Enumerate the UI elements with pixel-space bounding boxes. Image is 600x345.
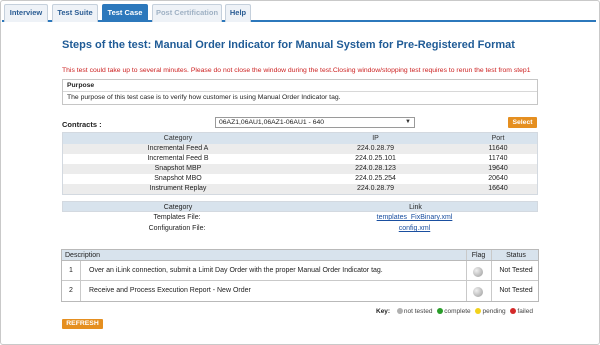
warning-message: This test could take up to several minut… — [62, 67, 531, 74]
file-category: Templates File: — [153, 214, 201, 221]
step-number: 2 — [62, 281, 81, 301]
complete-dot-icon — [437, 308, 444, 314]
step-status: Not Tested — [499, 287, 533, 294]
step-number: 1 — [62, 261, 81, 280]
steps-header-flag: Flag — [471, 252, 486, 259]
feed-ip: 224.0.25.101 — [355, 155, 396, 162]
feeds-table: Category IP Port Incremental Feed A 224.… — [62, 132, 538, 195]
feed-ip: 224.0.28.79 — [357, 145, 394, 152]
table-row: Incremental Feed B 224.0.25.101 11740 — [63, 154, 537, 164]
key-failed: failed — [517, 308, 533, 315]
feed-port: 20640 — [488, 175, 508, 182]
feeds-header-category: Category — [163, 135, 193, 142]
purpose-text: The purpose of this test case is to veri… — [67, 94, 341, 101]
key-not-tested: not tested — [403, 308, 433, 315]
table-row: 1 Over an iLink connection, submit a Lim… — [62, 261, 538, 281]
table-row: Templates File: templates_FixBinary.xml — [62, 212, 538, 223]
table-row: Instrument Replay 224.0.28.79 16640 — [63, 184, 537, 194]
top-tab-bar: Interview Test Suite Test Case Post Cert… — [2, 4, 596, 22]
purpose-box: Purpose The purpose of this test case is… — [62, 79, 538, 105]
select-button[interactable]: Select — [508, 117, 537, 128]
contracts-selected-value: 06AZ1,06AU1,06AZ1-06AU1 - 640 — [219, 119, 325, 126]
tab-test-case[interactable]: Test Case — [102, 4, 148, 22]
feed-category: Snapshot MBP — [154, 165, 202, 172]
table-row: Configuration File: config.xml — [62, 223, 538, 234]
table-row: 2 Receive and Process Execution Report -… — [62, 281, 538, 301]
table-row: Snapshot MBO 224.0.25.254 20640 — [63, 174, 537, 184]
config-file-link[interactable]: config.xml — [399, 225, 431, 232]
purpose-header: Purpose — [63, 80, 537, 92]
key-complete: complete — [444, 308, 471, 315]
feed-category: Incremental Feed B — [147, 155, 209, 162]
feed-port: 19640 — [488, 165, 508, 172]
feed-port: 16640 — [488, 185, 508, 192]
status-flag-icon — [473, 287, 483, 297]
failed-dot-icon — [510, 308, 517, 314]
status-key-legend: Key: not tested complete pending failed — [376, 308, 533, 315]
feed-ip: 224.0.28.79 — [357, 185, 394, 192]
feed-port: 11640 — [488, 145, 508, 152]
files-table: Category Link Templates File: templates_… — [62, 201, 538, 234]
key-pending: pending — [482, 308, 506, 315]
step-description: Receive and Process Execution Report - N… — [89, 287, 251, 294]
tab-help[interactable]: Help — [225, 4, 251, 22]
refresh-button[interactable]: REFRESH — [62, 319, 103, 329]
feed-ip: 224.0.25.254 — [355, 175, 396, 182]
step-description: Over an iLink connection, submit a Limit… — [89, 267, 383, 274]
pending-dot-icon — [475, 308, 482, 314]
chevron-down-icon: ▼ — [405, 119, 411, 125]
tab-interview[interactable]: Interview — [4, 4, 48, 22]
files-header-row: Category Link — [62, 201, 538, 212]
steps-table: Description Flag Status 1 Over an iLink … — [61, 249, 539, 302]
contracts-dropdown[interactable]: 06AZ1,06AU1,06AZ1-06AU1 - 640 ▼ — [215, 117, 415, 128]
table-row: Snapshot MBP 224.0.28.123 19640 — [63, 164, 537, 174]
feed-port: 11740 — [488, 155, 508, 162]
table-row: Incremental Feed A 224.0.28.79 11640 — [63, 144, 537, 154]
feed-category: Instrument Replay — [149, 185, 207, 192]
key-label: Key: — [376, 308, 391, 315]
steps-header-row: Description Flag Status — [62, 250, 538, 261]
page-title: Steps of the test: Manual Order Indicato… — [62, 39, 515, 51]
feeds-header-ip: IP — [372, 135, 379, 142]
not-tested-dot-icon — [396, 308, 403, 314]
status-flag-icon — [473, 267, 483, 277]
contracts-label: Contracts : — [62, 120, 102, 129]
feeds-header-row: Category IP Port — [63, 133, 537, 144]
feeds-header-port: Port — [491, 135, 505, 142]
steps-header-description: Description — [65, 252, 101, 259]
templates-file-link[interactable]: templates_FixBinary.xml — [377, 214, 453, 221]
feed-category: Snapshot MBO — [154, 175, 202, 182]
tab-test-suite[interactable]: Test Suite — [52, 4, 98, 22]
step-status: Not Tested — [499, 267, 533, 274]
tab-post-certification[interactable]: Post Certification — [152, 4, 222, 22]
steps-header-status: Status — [506, 252, 526, 259]
file-category: Configuration File: — [148, 225, 206, 232]
feed-category: Incremental Feed A — [147, 145, 209, 152]
feed-ip: 224.0.28.123 — [355, 165, 396, 172]
